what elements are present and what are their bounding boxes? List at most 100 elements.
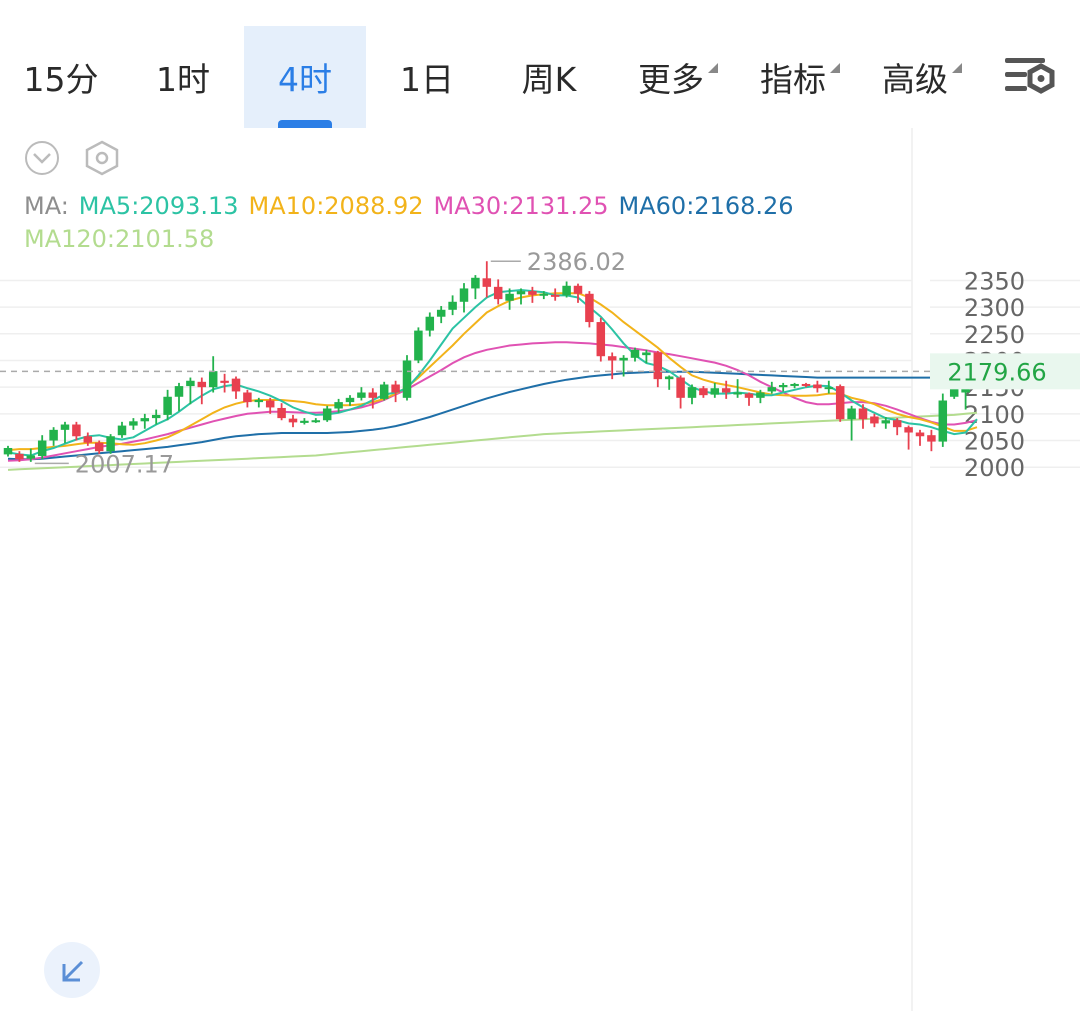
candle-body bbox=[357, 392, 366, 398]
settings-sliders-icon[interactable] bbox=[1000, 50, 1060, 110]
candle-body bbox=[596, 322, 606, 357]
current-price-label: 2179.66 bbox=[947, 358, 1046, 386]
dropdown-triangle-icon bbox=[708, 63, 718, 73]
candle-body bbox=[197, 381, 207, 388]
candle-body bbox=[15, 453, 24, 460]
ma5-line bbox=[7, 288, 978, 457]
candle-body bbox=[471, 277, 480, 289]
candle-body bbox=[915, 432, 925, 437]
candle-body bbox=[140, 418, 150, 422]
candle-body bbox=[334, 402, 343, 409]
candle-body bbox=[448, 301, 457, 310]
candle-body bbox=[676, 377, 685, 398]
candle-body bbox=[505, 293, 514, 301]
candle-body bbox=[345, 397, 355, 403]
candlestick-chart[interactable]: 235023002250220021502100205020002179.662… bbox=[0, 128, 1080, 1011]
tab-7[interactable]: 高级 bbox=[854, 26, 976, 128]
candle-body bbox=[927, 435, 936, 442]
candle-body bbox=[106, 436, 115, 452]
candle-body bbox=[49, 429, 58, 441]
candle-body bbox=[664, 376, 674, 380]
candle-body bbox=[186, 380, 195, 387]
candle-body bbox=[858, 408, 868, 420]
candle-body bbox=[60, 424, 70, 430]
candle-body bbox=[892, 420, 902, 428]
ma-legend: MA: MA5:2093.13 MA10:2088.92 MA30:2131.25 MA… bbox=[24, 190, 804, 256]
tab-3[interactable]: 1日 bbox=[366, 26, 488, 128]
candle-body bbox=[414, 330, 423, 361]
candle-body bbox=[379, 384, 389, 399]
candle-body bbox=[288, 418, 298, 423]
candle-body bbox=[790, 383, 799, 386]
tab-0[interactable]: 15分 bbox=[0, 26, 122, 128]
collapse-circle-icon[interactable] bbox=[25, 141, 59, 175]
candle-body bbox=[630, 349, 640, 358]
candle-body bbox=[721, 388, 731, 393]
candle-body bbox=[756, 392, 765, 398]
candle-body bbox=[904, 427, 913, 433]
candle-body bbox=[231, 378, 241, 392]
candle-body bbox=[368, 392, 378, 398]
candle-body bbox=[778, 385, 788, 388]
candle-body bbox=[391, 384, 400, 393]
tab-4[interactable]: 周K bbox=[488, 26, 610, 128]
ma120-value: MA120:2101.58 bbox=[24, 225, 215, 253]
y-tick-label: 2050 bbox=[964, 428, 1025, 456]
dropdown-triangle-icon bbox=[952, 63, 962, 73]
candle-body bbox=[881, 420, 891, 424]
tab-label: 高级 bbox=[882, 53, 962, 101]
candle-body bbox=[83, 436, 93, 443]
candle-body bbox=[516, 291, 526, 295]
candle-body bbox=[733, 392, 742, 395]
candle-body bbox=[562, 285, 571, 296]
candle-body bbox=[300, 420, 309, 423]
tab-2[interactable]: 4时 bbox=[244, 26, 366, 128]
hexagon-center bbox=[95, 151, 109, 165]
candle-body bbox=[243, 392, 252, 403]
candle-body bbox=[642, 352, 651, 356]
ma60-value: MA60:2168.26 bbox=[618, 192, 794, 220]
candle-body bbox=[813, 384, 822, 389]
candle-body bbox=[528, 291, 537, 295]
candle-body bbox=[824, 387, 834, 390]
tab-1[interactable]: 1时 bbox=[122, 26, 244, 128]
y-tick-label: 2000 bbox=[964, 454, 1025, 482]
chevron-down-icon bbox=[33, 153, 51, 164]
candle-body bbox=[801, 383, 811, 386]
candle-body bbox=[482, 278, 492, 287]
candle-body bbox=[550, 294, 560, 297]
y-tick-label: 2350 bbox=[964, 267, 1025, 295]
candle-body bbox=[117, 425, 127, 436]
candle-body bbox=[938, 400, 948, 442]
candle-body bbox=[402, 360, 412, 398]
low-price-label: 2007.17 bbox=[75, 450, 174, 478]
candle-body bbox=[425, 316, 435, 331]
candle-body bbox=[619, 357, 628, 361]
candle-body bbox=[539, 293, 549, 296]
candle-body bbox=[847, 408, 856, 420]
candle-body bbox=[220, 380, 229, 383]
tab-label: 1日 bbox=[400, 60, 454, 99]
tab-label: 周K bbox=[521, 60, 577, 99]
ma-prefix: MA: bbox=[24, 192, 69, 220]
candle-body bbox=[72, 424, 81, 437]
ma5-value: MA5:2093.13 bbox=[78, 192, 239, 220]
candle-body bbox=[710, 388, 720, 395]
tab-label: 4时 bbox=[278, 60, 332, 99]
candle-body bbox=[493, 286, 503, 300]
candle-body bbox=[277, 407, 286, 419]
y-tick-label: 2300 bbox=[964, 294, 1025, 322]
dropdown-triangle-icon bbox=[830, 63, 840, 73]
candle-body bbox=[37, 440, 47, 456]
candle-body bbox=[585, 293, 594, 323]
chart-canvas[interactable]: 235023002250220021502100205020002179.662… bbox=[0, 128, 1080, 1011]
active-tab-indicator bbox=[278, 120, 332, 128]
hexagon-icon[interactable] bbox=[85, 140, 119, 176]
candle-body bbox=[607, 356, 617, 361]
candle-body bbox=[870, 416, 879, 424]
tab-6[interactable]: 指标 bbox=[732, 26, 854, 128]
candle-body bbox=[436, 309, 446, 317]
tab-5[interactable]: 更多 bbox=[610, 26, 732, 128]
candle-body bbox=[653, 352, 663, 380]
tab-label: 指标 bbox=[760, 53, 840, 101]
